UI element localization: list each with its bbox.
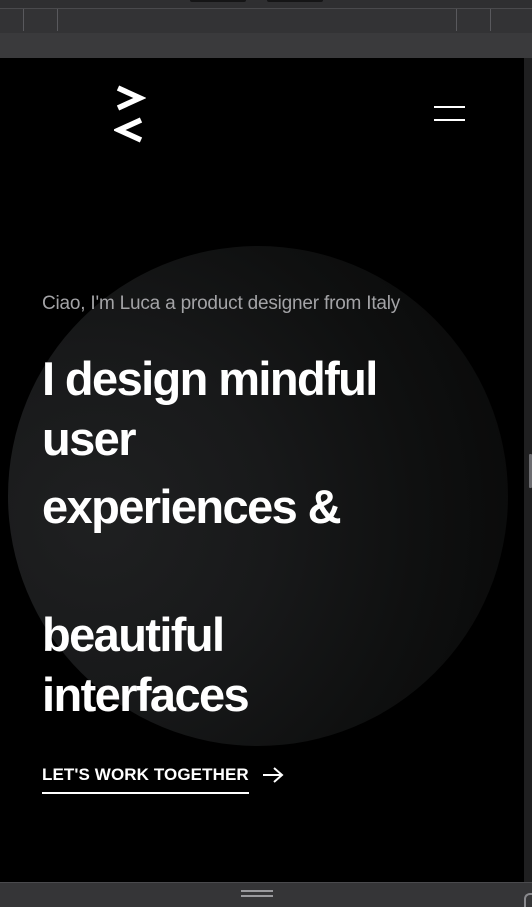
cta-label: LET'S WORK TOGETHER bbox=[42, 765, 249, 794]
arrow-right-icon bbox=[262, 767, 284, 783]
viewport-side-gutter bbox=[524, 58, 532, 882]
hero-headline-line: experiences & bbox=[42, 480, 342, 533]
hamburger-menu-icon[interactable] bbox=[430, 102, 468, 130]
ruler-tick bbox=[57, 9, 58, 31]
editor-top-bar bbox=[0, 0, 532, 60]
editor-toolbar bbox=[0, 33, 532, 59]
logo-mark[interactable] bbox=[114, 83, 146, 145]
work-together-link[interactable]: LET'S WORK TOGETHER bbox=[42, 765, 284, 797]
ruler bbox=[0, 8, 532, 34]
editor-bottom-bar bbox=[0, 882, 532, 907]
hero-headline-line: interfaces bbox=[42, 668, 250, 721]
editor-tab[interactable] bbox=[190, 0, 246, 2]
editor-tab[interactable] bbox=[267, 0, 323, 2]
ruler-tick bbox=[490, 9, 491, 31]
ruler-tick bbox=[23, 9, 24, 31]
site-viewport: Ciao, I'm Luca a product designer from I… bbox=[0, 58, 524, 882]
corner-resize-icon[interactable] bbox=[524, 893, 532, 907]
hero-headline-line: user bbox=[42, 412, 136, 465]
resize-handle-icon[interactable] bbox=[241, 890, 273, 898]
ruler-tick bbox=[456, 9, 457, 31]
hero-headline-line: I design mindful bbox=[42, 352, 378, 405]
hero-intro-text: Ciao, I'm Luca a product designer from I… bbox=[42, 293, 401, 314]
hero-headline-line: beautiful bbox=[42, 608, 225, 661]
menu-line bbox=[434, 106, 465, 108]
menu-line bbox=[434, 119, 465, 121]
